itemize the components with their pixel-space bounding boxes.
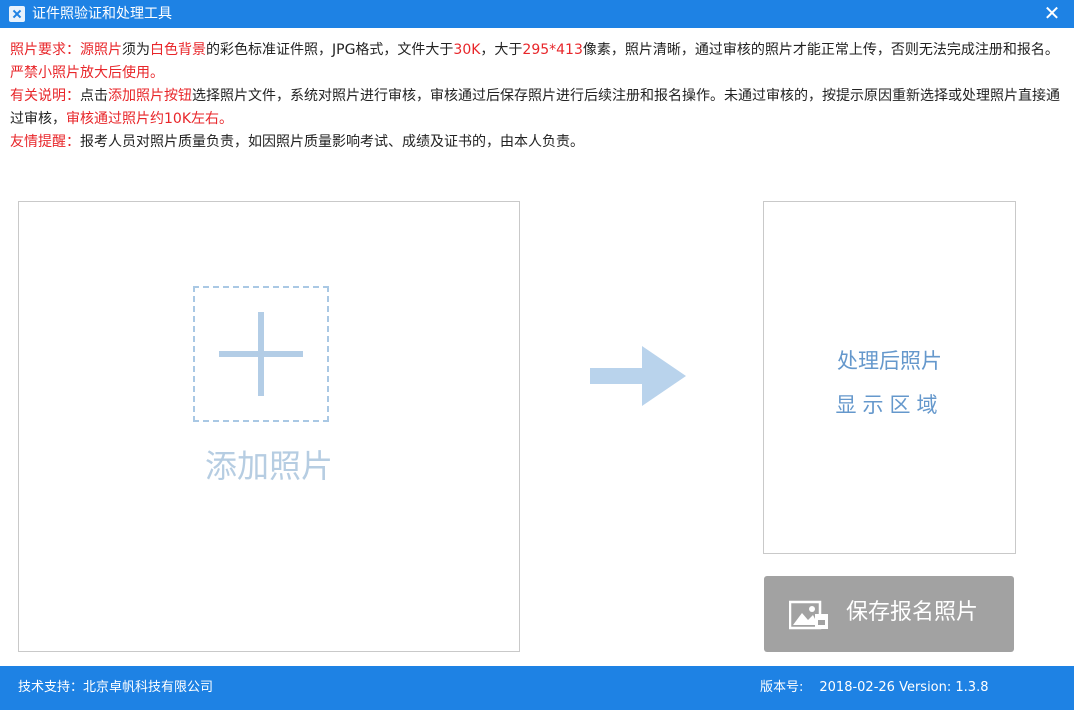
status-bar: 技术支持：北京卓帆科技有限公司 版本号: 2018-02-26 Version: … xyxy=(0,666,1074,710)
display-area-label: 显示区域 xyxy=(835,393,944,417)
window-title: 证件照验证和处理工具 xyxy=(32,6,172,22)
friendly-reminder: 友情提醒：报考人员对照片质量负责，如因照片质量影响考试、成绩及证书的，由本人负责… xyxy=(10,134,584,150)
requirements-label: 照片要求： xyxy=(10,42,80,58)
close-button[interactable]: ✕ xyxy=(1030,0,1074,28)
instructions: 有关说明：点击添加照片按钮选择照片文件，系统对照片进行审核，审核通过后保存照片进… xyxy=(10,88,1060,127)
save-photo-button[interactable]: 保存报名照片 xyxy=(764,576,1014,652)
notice-panel: 照片要求：源照片须为白色背景的彩色标准证件照，JPG格式，文件大于30K，大于2… xyxy=(10,39,1070,154)
add-photo-area[interactable]: 添加照片 xyxy=(18,201,520,652)
processed-photo-label: 处理后照片 xyxy=(837,349,942,373)
app-logo-icon xyxy=(9,6,25,22)
image-icon xyxy=(789,600,828,630)
version-label: 版本号: xyxy=(760,680,804,695)
add-photo-label: 添加照片 xyxy=(204,447,333,485)
reminder-label: 友情提醒： xyxy=(10,134,80,150)
processed-photo-area: 处理后照片 显示区域 xyxy=(763,201,1016,554)
tech-support-text: 技术支持：北京卓帆科技有限公司 xyxy=(18,680,214,695)
save-photo-label: 保存报名照片 xyxy=(846,600,979,625)
photo-requirements: 照片要求：源照片须为白色背景的彩色标准证件照，JPG格式，文件大于30K，大于2… xyxy=(10,42,1059,81)
version-value: 2018-02-26 Version: 1.3.8 xyxy=(819,680,989,695)
arrow-right-icon xyxy=(590,346,686,406)
version-info: 版本号: 2018-02-26 Version: 1.3.8 xyxy=(760,679,988,697)
title-bar: 证件照验证和处理工具 ✕ xyxy=(0,0,1074,28)
plus-icon[interactable] xyxy=(193,286,329,422)
instructions-label: 有关说明： xyxy=(10,88,80,104)
